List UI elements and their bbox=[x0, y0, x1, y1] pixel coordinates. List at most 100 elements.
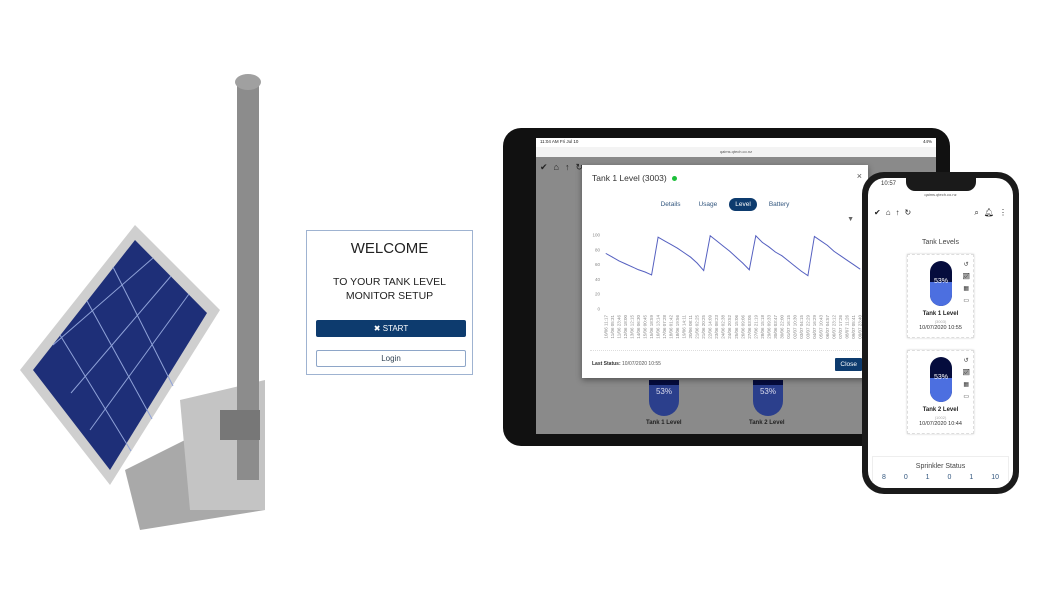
x-tick-label: 16/06 13:14 bbox=[656, 315, 661, 339]
x-tick-label: 08/07 11:26 bbox=[844, 315, 849, 339]
x-tick-label: 10/06 11:17 bbox=[604, 315, 609, 339]
home-icon[interactable]: ⌂ bbox=[554, 162, 559, 172]
history-icon[interactable]: ↺ bbox=[962, 259, 970, 271]
login-button[interactable]: Login bbox=[316, 350, 466, 367]
x-tick-label: 18/06 19:56 bbox=[675, 315, 680, 339]
tab-battery[interactable]: Battery bbox=[763, 198, 796, 211]
x-tick-label: 30/06 03:47 bbox=[773, 315, 778, 339]
filter-icon[interactable]: ▼ bbox=[847, 216, 854, 223]
data-point bbox=[644, 271, 646, 273]
up-arrow-icon[interactable]: ↑ bbox=[565, 162, 570, 172]
data-point bbox=[605, 253, 607, 254]
tank-gauge: 53% bbox=[930, 261, 952, 306]
x-tick-label: 30/06 22:00 bbox=[779, 315, 784, 339]
battery-icon[interactable]: ▭ bbox=[962, 391, 970, 403]
tank-name: Tank 2 Level bbox=[922, 407, 959, 413]
phone-screen: 10:57 qaims.qtech.co.nz ✔ ⌂ ↑ ↻ ⌕ 🔔︎ ⋮ Tank Le… bbox=[868, 178, 1013, 488]
close-icon[interactable]: × bbox=[857, 171, 862, 181]
x-tick-label: 19/06 14:11 bbox=[682, 315, 687, 339]
tank-name: Tank 1 Level bbox=[922, 311, 959, 317]
tablet-url[interactable]: qaims.qtech.co.nz bbox=[536, 147, 936, 157]
data-point bbox=[761, 242, 763, 243]
close-button[interactable]: Close bbox=[835, 358, 862, 371]
data-point bbox=[853, 264, 854, 265]
data-point bbox=[690, 256, 692, 258]
data-point bbox=[755, 235, 757, 237]
x-tick-label: 04/07 16:29 bbox=[812, 315, 817, 339]
tab-level[interactable]: Level bbox=[729, 198, 757, 211]
x-tick-label: 06/07 04:57 bbox=[825, 315, 830, 339]
x-tick-label: 27/06 03:05 bbox=[747, 315, 752, 339]
level-series-line bbox=[605, 234, 861, 277]
search-icon[interactable]: ⌕ bbox=[974, 208, 978, 218]
x-tick-label: 06/07 23:12 bbox=[831, 315, 836, 339]
x-tick-label: 24/06 20:52 bbox=[727, 315, 732, 339]
welcome-card: WELCOME TO YOUR TANK LEVEL MONITOR SETUP … bbox=[306, 230, 473, 375]
bg-tank-percent: 53% bbox=[753, 380, 783, 416]
data-point bbox=[794, 265, 796, 267]
data-point bbox=[618, 260, 620, 262]
y-tick-label: 60 bbox=[595, 262, 601, 267]
data-point bbox=[631, 266, 633, 268]
data-point bbox=[840, 255, 841, 257]
modal-tabs: Details Usage Level Battery bbox=[582, 198, 868, 211]
modal-title: Tank 1 Level (3003) bbox=[592, 173, 677, 183]
tablet-battery: 44% bbox=[922, 139, 932, 144]
tank-card[interactable]: 53% ↺ 📈︎ ▦ ▭ Tank 1 Level (3003) 10/07/2020… bbox=[907, 254, 974, 338]
last-status-value: 10/07/2020 10:55 bbox=[622, 361, 661, 367]
tank-date: 10/07/2020 10:55 bbox=[919, 325, 962, 331]
data-point bbox=[748, 269, 750, 271]
x-tick-label: 24/06 02:38 bbox=[721, 315, 726, 339]
up-arrow-icon[interactable]: ↑ bbox=[896, 208, 900, 218]
data-point bbox=[657, 236, 659, 238]
x-tick-label: 02/07 10:30 bbox=[792, 315, 797, 339]
chart-icon[interactable]: 📈︎ bbox=[962, 367, 970, 379]
bell-icon[interactable]: 🔔︎ bbox=[984, 208, 994, 218]
tank-percent: 53% bbox=[933, 278, 948, 285]
refresh-icon[interactable]: ↻ bbox=[905, 208, 912, 218]
history-icon[interactable]: ↺ bbox=[962, 355, 970, 367]
sprinkler-title: Sprinkler Status bbox=[915, 463, 966, 470]
more-icon[interactable]: ⋮ bbox=[999, 208, 1007, 218]
data-point bbox=[612, 256, 613, 258]
data-point bbox=[651, 274, 652, 276]
phone-notch bbox=[906, 178, 976, 191]
data-point bbox=[846, 259, 848, 261]
x-tick-label: 12/06 18:00 bbox=[623, 315, 628, 339]
x-tick-label: 01/07 16:15 bbox=[786, 315, 791, 339]
phone: 10:57 qaims.qtech.co.nz ✔ ⌂ ↑ ↻ ⌕ 🔔︎ ⋮ Tank Le… bbox=[862, 172, 1019, 494]
divider bbox=[590, 350, 860, 351]
tab-details[interactable]: Details bbox=[655, 198, 687, 211]
tank-percent: 53% bbox=[933, 374, 948, 381]
tab-usage[interactable]: Usage bbox=[692, 198, 723, 211]
phone-time: 10:57 bbox=[881, 181, 897, 187]
last-status-label: Last Status: bbox=[592, 361, 621, 367]
check-icon[interactable]: ✔ bbox=[874, 208, 881, 218]
section-title: Tank Levels bbox=[922, 239, 959, 246]
battery-icon[interactable]: ▭ bbox=[962, 295, 970, 307]
x-tick-label: 29/06 09:33 bbox=[766, 315, 771, 339]
data-point bbox=[716, 240, 718, 242]
phone-url[interactable]: qaims.qtech.co.nz bbox=[868, 192, 1013, 197]
x-tick-label: 14/06 06:30 bbox=[636, 315, 641, 339]
modal-title-text: Tank 1 Level (3003) bbox=[592, 173, 667, 183]
data-point bbox=[827, 244, 828, 246]
sprinkler-status: Sprinkler Status 8 0 1 0 1 10 bbox=[872, 456, 1009, 488]
data-point bbox=[807, 275, 809, 277]
chart-icon[interactable]: 📈︎ bbox=[962, 271, 970, 283]
x-tick-label: 25/06 15:06 bbox=[734, 315, 739, 339]
x-tick-label: 23/06 08:23 bbox=[714, 315, 719, 339]
check-icon[interactable]: ✔ bbox=[540, 162, 548, 173]
x-tick-label: 13/06 12:15 bbox=[630, 315, 635, 339]
map-icon[interactable]: ▦ bbox=[962, 379, 970, 391]
x-tick-label: 21/06 20:25 bbox=[701, 315, 706, 339]
data-point bbox=[683, 252, 685, 254]
start-button[interactable]: ✖ START bbox=[316, 320, 466, 337]
home-icon[interactable]: ⌂ bbox=[886, 208, 891, 218]
bg-tank-name: Tank 2 Level bbox=[749, 420, 785, 426]
map-icon[interactable]: ▦ bbox=[962, 283, 970, 295]
x-tick-label: 27/06 21:19 bbox=[753, 315, 758, 339]
data-point bbox=[703, 270, 705, 271]
y-tick-label: 40 bbox=[595, 277, 601, 282]
tank-card[interactable]: 53% ↺ 📈︎ ▦ ▭ Tank 2 Level (1002) 10/07/2020… bbox=[907, 350, 974, 434]
